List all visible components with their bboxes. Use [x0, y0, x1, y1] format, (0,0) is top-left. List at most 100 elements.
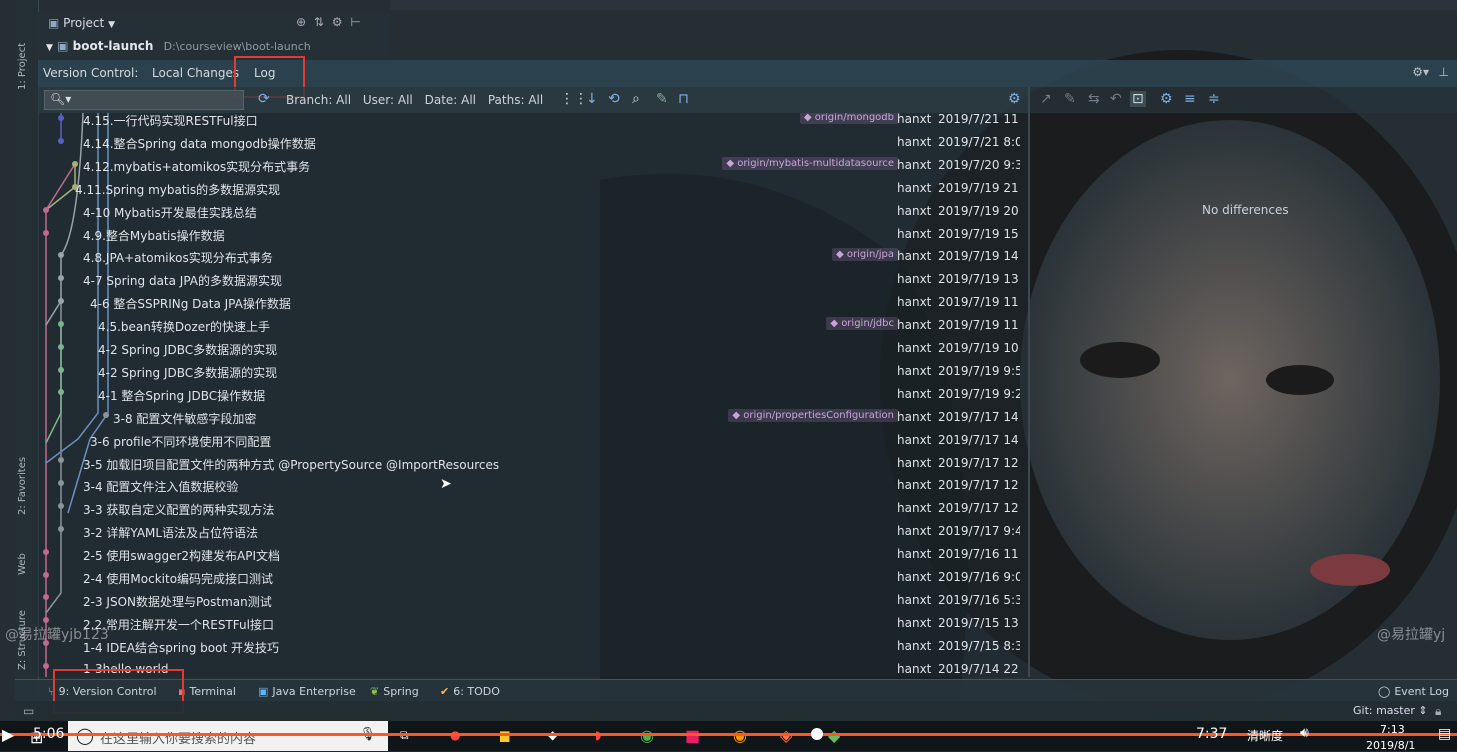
commit-row[interactable]: 2-3 JSON数据处理与Postman测试 hanxt 2019/7/16 5:3… — [38, 588, 1028, 611]
branch-tag-label: origin/propertiesConfiguration — [743, 409, 894, 421]
hide-panel-icon[interactable]: ⊥ — [1439, 65, 1449, 79]
show-graph-icon[interactable]: ⋮⋮ — [560, 91, 588, 107]
commit-row[interactable]: 2.2.常用注解开发一个RESTFul接口 hanxt 2019/7/15 13:4 — [38, 611, 1028, 634]
highlight-icon[interactable]: ✎ — [656, 91, 668, 107]
commit-date: 2019/7/15 8:36 — [938, 638, 1020, 653]
paths-filter[interactable]: Paths: All — [488, 93, 543, 107]
commit-row[interactable]: 4-10 Mybatis开发最佳实践总结 hanxt 2019/7/19 20:4 — [38, 199, 1028, 222]
branch-tag: ◆ origin/jdbc — [826, 317, 898, 331]
user-filter[interactable]: User: All — [363, 93, 413, 107]
preview-diff-icon[interactable]: ⊡ — [1130, 91, 1146, 107]
date-filter[interactable]: Date: All — [425, 93, 476, 107]
panel-splitter[interactable] — [1028, 87, 1030, 677]
refresh-icon[interactable]: ⟳ — [258, 91, 270, 107]
gear-icon[interactable]: ⚙ — [332, 15, 345, 29]
commit-date: 2019/7/19 11:0 — [938, 295, 1020, 310]
commit-row[interactable]: 4-6 整合SSPRINg Data JPA操作数据 hanxt 2019/7/19… — [38, 290, 1028, 313]
expand-all-icon[interactable]: ≡ — [1184, 91, 1196, 107]
commit-author: hanxt — [897, 478, 932, 493]
commit-date: 2019/7/16 9:09 — [938, 570, 1020, 584]
collapse-all-icon[interactable]: ≑ — [1208, 91, 1220, 107]
commit-row[interactable]: 2-5 使用swagger2构建发布API文档 hanxt 2019/7/16 11… — [38, 542, 1028, 565]
cherry-pick-icon[interactable]: ⟲ — [608, 91, 620, 107]
project-tab-label: Project — [63, 16, 105, 30]
commit-message: 4.14.整合Spring data mongodb操作数据 — [83, 136, 316, 151]
commit-row[interactable]: 3-8 配置文件敏感字段加密 ◆ origin/propertiesConfigu… — [38, 405, 1028, 428]
search-icon: 🔍︎▾ — [50, 92, 72, 106]
scroll-from-source-icon[interactable]: ⊕ — [296, 15, 308, 29]
commit-date: 2019/7/20 9:34 — [938, 157, 1020, 172]
revert-icon[interactable]: ↶ — [1110, 91, 1122, 107]
tab-spring[interactable]: ❦ Spring — [370, 685, 419, 698]
taskbar-search-box[interactable]: ◯ 在这里输入你要搜索的内容 🎙︎ — [68, 721, 388, 751]
tab-terminal[interactable]: ▪ Terminal — [178, 685, 236, 698]
video-progress-knob[interactable] — [811, 728, 823, 740]
volume-icon[interactable]: 🔊︎ — [1300, 725, 1309, 741]
commit-row[interactable]: 3-2 详解YAML语法及占位符语法 hanxt 2019/7/17 9:49 — [38, 519, 1028, 542]
commit-row[interactable]: 3-5 加载旧项目配置文件的两种方式 @PropertySource @Impo… — [38, 451, 1028, 474]
gear-icon[interactable]: ⚙ — [1160, 91, 1173, 107]
commit-date: 2019/7/17 14:5 — [938, 409, 1020, 424]
play-icon[interactable]: ▶ — [2, 725, 14, 744]
event-log-button[interactable]: ◯ Event Log — [1378, 685, 1449, 698]
status-bar: ▭ Git: master ⇕ 🔒︎ — [15, 701, 1457, 721]
collapse-all-icon[interactable]: ⇅ — [314, 15, 326, 29]
commit-row[interactable]: 3-6 profile不同环境使用不同配置 hanxt 2019/7/17 14:1 — [38, 428, 1028, 451]
commit-date: 2019/7/19 9:28 — [938, 386, 1020, 401]
commit-search-input[interactable]: 🔍︎▾ — [44, 90, 244, 110]
commit-row[interactable]: 4-7 Spring data JPA的多数据源实现 hanxt 2019/7/19… — [38, 267, 1028, 290]
lock-icon[interactable]: 🔒︎ — [1435, 704, 1441, 719]
gear-icon[interactable]: ⚙▾ — [1412, 65, 1429, 79]
compare-icon[interactable]: ⇆ — [1088, 91, 1100, 107]
project-root-node[interactable]: ▼ ▣ boot-launch D:\courseview\boot-launc… — [46, 39, 311, 53]
commit-row[interactable]: 1-3hello worldhanxt2019/7/14 22:0 — [38, 657, 1028, 677]
commit-row[interactable]: 1-4 IDEA结合spring boot 开发技巧 hanxt 2019/7/15… — [38, 634, 1028, 657]
settings-icon[interactable]: ⊓ — [678, 91, 689, 107]
commit-row[interactable]: 4-1 整合Spring JDBC操作数据 hanxt 2019/7/19 9:28 — [38, 382, 1028, 405]
video-progress-bar[interactable] — [0, 733, 1457, 736]
commit-row[interactable]: 2-4 使用Mockito编码完成接口测试 hanxt 2019/7/16 9:09 — [38, 565, 1028, 588]
commit-author: hanxt — [897, 524, 932, 539]
commit-row[interactable]: 4.9.整合Mybatis操作数据 hanxt 2019/7/19 15:2 — [38, 222, 1028, 245]
notification-icon[interactable]: ▤ — [1438, 726, 1451, 742]
commit-row[interactable]: 3-3 获取自定义配置的两种实现方法 hanxt 2019/7/17 12:0 — [38, 496, 1028, 519]
edit-icon[interactable]: ✎ — [1064, 91, 1076, 107]
project-side-tab[interactable]: 1: Project — [17, 20, 37, 90]
tab-todo[interactable]: ✔ 6: TODO — [440, 685, 500, 698]
commit-row[interactable]: 3-4 配置文件注入值数据校验 hanxt 2019/7/17 12:3 — [38, 473, 1028, 496]
commit-row[interactable]: 4-2 Spring JDBC多数据源的实现 hanxt 2019/7/19 10:… — [38, 336, 1028, 359]
commit-row[interactable]: 4.12.mybatis+atomikos实现分布式事务 ◆ origin/myb… — [38, 153, 1028, 176]
quality-button[interactable]: 清晰度 — [1247, 727, 1283, 744]
tool-window-bar: ⑂ 9: Version Control ▪ Terminal ▣ Java Ente… — [15, 679, 1457, 702]
gear-icon[interactable]: ⚙ — [1008, 91, 1021, 107]
project-root-name: boot-launch — [72, 39, 154, 53]
branch-filter[interactable]: Branch: All — [286, 93, 351, 107]
web-side-tab[interactable]: Web — [17, 535, 37, 575]
arrow-icon[interactable]: ↗ — [1040, 91, 1052, 107]
favorites-side-tab[interactable]: 2: Favorites — [17, 440, 37, 515]
find-icon[interactable]: ⌕ — [632, 91, 640, 107]
commit-row[interactable]: 4.8.JPA+atomikos实现分布式事务 ◆ origin/jpa hanxt… — [38, 244, 1028, 267]
hide-icon[interactable]: ⊢ — [350, 15, 362, 29]
commit-message: 4-7 Spring data JPA的多数据源实现 — [83, 274, 283, 289]
go-to-hash-icon[interactable]: ↓ — [586, 91, 598, 107]
commit-row[interactable]: 4.15.一行代码实现RESTFul接口 ◆ origin/mongodb hanx… — [38, 113, 1028, 130]
tab-java-enterprise[interactable]: ▣ Java Enterprise — [258, 685, 356, 698]
clock-date: 2019/8/1 — [1366, 739, 1416, 752]
commit-author: hanxt — [897, 318, 932, 333]
folder-icon: ▣ — [48, 16, 60, 30]
tab-local-changes[interactable]: Local Changes — [152, 66, 239, 80]
watermark-right: @易拉罐yj — [1377, 627, 1446, 643]
commit-author: hanxt — [897, 134, 932, 149]
toggle-tool-windows-icon[interactable]: ▭ — [23, 704, 34, 718]
commit-row[interactable]: 4.5.bean转换Dozer的快速上手 ◆ origin/jdbc hanxt 20… — [38, 313, 1028, 336]
commit-row[interactable]: 4-2 Spring JDBC多数据源的实现 hanxt 2019/7/19 9:5… — [38, 359, 1028, 382]
branch-tag-label: origin/jdbc — [841, 318, 894, 330]
tag-icon: ◆ — [732, 409, 744, 421]
project-dropdown[interactable]: ▣ Project ▼ — [48, 16, 115, 30]
log-filters: Branch: All User: All Date: All Paths: A… — [286, 93, 551, 107]
commit-row[interactable]: 4.11.Spring mybatis的多数据源实现 hanxt 2019/7/19… — [38, 176, 1028, 199]
tab-todo-label: 6: TODO — [453, 685, 500, 698]
git-branch-widget[interactable]: Git: master ⇕ — [1353, 704, 1428, 717]
commit-row[interactable]: 4.14.整合Spring data mongodb操作数据 hanxt 2019/… — [38, 130, 1028, 153]
